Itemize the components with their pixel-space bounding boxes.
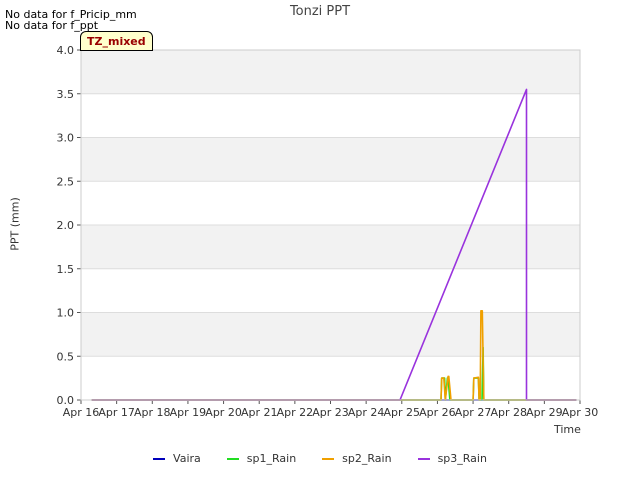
x-tick-label: Apr 22 (277, 406, 314, 419)
x-tick-label: Apr 19 (170, 406, 207, 419)
plot-band (81, 137, 580, 182)
y-tick-label: 2.5 (57, 175, 75, 188)
y-tick-label: 1.5 (57, 263, 75, 276)
legend: Vaira sp1_Rain sp2_Rain sp3_Rain (0, 452, 640, 465)
x-tick-label: Apr 26 (419, 406, 456, 419)
legend-label: sp3_Rain (437, 452, 487, 465)
x-tick-label: Apr 20 (205, 406, 242, 419)
x-tick-label: Apr 21 (241, 406, 278, 419)
legend-item: sp3_Rain (417, 452, 487, 465)
legend-label: Vaira (173, 452, 201, 465)
x-axis-label: Time (554, 423, 581, 436)
x-tick-label: Apr 27 (455, 406, 492, 419)
legend-label: sp2_Rain (342, 452, 392, 465)
x-tick-label: Apr 23 (312, 406, 349, 419)
chart-plot: Apr 16 Apr 17 Apr 18 Apr 19 Apr 20 Apr 21 Apr … (57, 44, 599, 419)
legend-swatch (417, 457, 430, 460)
y-tick-label: 1.0 (57, 307, 75, 320)
legend-item: Vaira (153, 452, 201, 465)
y-tick-label: 4.0 (57, 44, 75, 57)
y-tick-label: 3.0 (57, 132, 75, 145)
legend-label: sp1_Rain (246, 452, 297, 465)
plot-band (81, 50, 580, 94)
x-tick-label: Apr 16 (63, 406, 100, 419)
plot-band (81, 312, 580, 357)
x-tick-label: Apr 30 (562, 406, 599, 419)
legend-swatch (226, 457, 239, 460)
x-tick-label: Apr 29 (526, 406, 563, 419)
y-tick-label: 2.0 (57, 219, 75, 232)
legend-item: sp2_Rain (322, 452, 392, 465)
x-tick-label: Apr 24 (348, 406, 385, 419)
y-tick-label: 3.5 (57, 88, 75, 101)
legend-item: sp1_Rain (226, 452, 297, 465)
x-tick-label: Apr 25 (384, 406, 421, 419)
x-tick-label: Apr 17 (98, 406, 135, 419)
site-label-badge: TZ_mixed (80, 31, 153, 51)
plot-band (81, 225, 580, 269)
x-tick-label: Apr 28 (490, 406, 527, 419)
x-tick-label: Apr 18 (134, 406, 171, 419)
y-axis-label: PPT (mm) (8, 197, 22, 251)
legend-swatch (153, 457, 166, 460)
legend-swatch (322, 457, 335, 460)
y-tick-label: 0.0 (57, 394, 75, 407)
y-tick-label: 0.5 (57, 350, 75, 363)
